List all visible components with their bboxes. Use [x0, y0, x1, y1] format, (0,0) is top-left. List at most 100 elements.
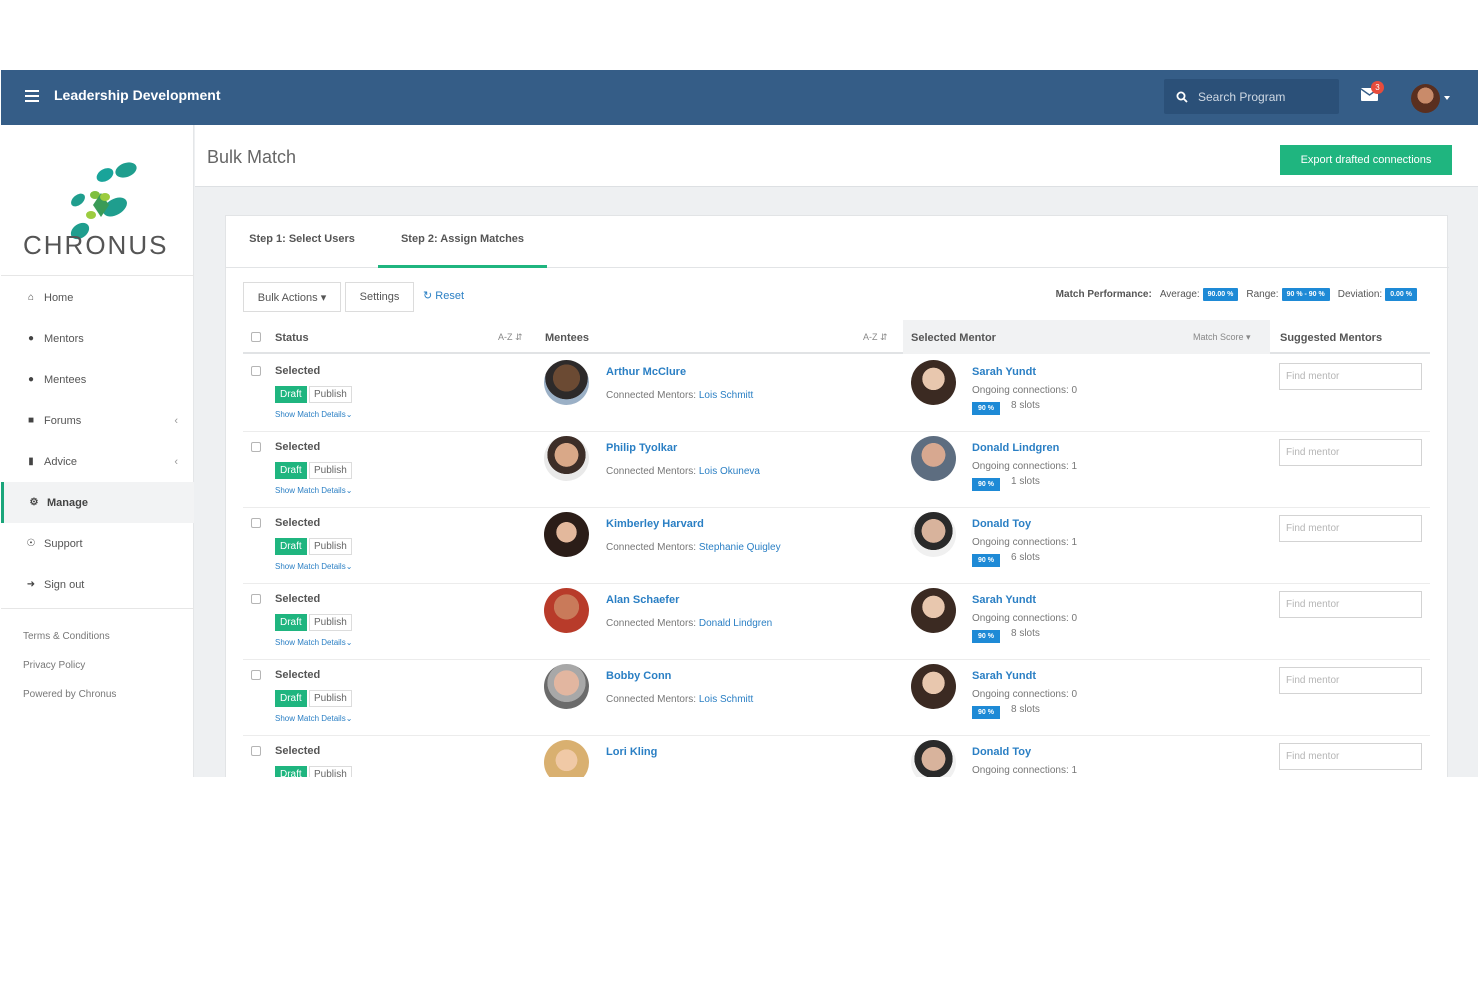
bulk-actions-button[interactable]: Bulk Actions ▾ — [243, 282, 341, 312]
find-mentor-input[interactable] — [1279, 667, 1422, 694]
privacy-link[interactable]: Privacy Policy — [23, 660, 116, 671]
sidebar-item-mentees[interactable]: ● Mentees — [1, 359, 194, 400]
mentor-name[interactable]: Sarah Yundt — [972, 594, 1036, 606]
mentor-avatar[interactable] — [911, 360, 956, 405]
sidebar-item-support[interactable]: ☉ Support — [1, 523, 194, 564]
draft-button[interactable]: Draft — [275, 386, 307, 403]
find-mentor-input[interactable] — [1279, 743, 1422, 770]
find-mentor-input[interactable] — [1279, 591, 1422, 618]
publish-button[interactable]: Publish — [309, 462, 352, 479]
range-badge: 90 % - 90 % — [1281, 288, 1330, 301]
find-mentor-input[interactable] — [1279, 515, 1422, 542]
draft-button[interactable]: Draft — [275, 614, 307, 631]
mentor-name[interactable]: Donald Toy — [972, 746, 1031, 758]
ongoing-connections: Ongoing connections: 1 — [972, 765, 1078, 776]
row-checkbox[interactable] — [251, 366, 261, 376]
publish-button[interactable]: Publish — [309, 614, 352, 631]
match-score-badge: 90 % — [972, 630, 1000, 643]
ongoing-connections: Ongoing connections: 0 — [972, 385, 1078, 396]
mentor-avatar[interactable] — [911, 740, 956, 777]
user-avatar[interactable] — [1411, 84, 1440, 113]
status-sort[interactable]: A-Z ⇵ — [498, 332, 523, 343]
settings-button[interactable]: Settings — [345, 282, 414, 312]
app-title: Leadership Development — [54, 87, 221, 103]
row-checkbox[interactable] — [251, 518, 261, 528]
select-all-checkbox[interactable] — [251, 332, 261, 342]
connected-mentor-link[interactable]: Donald Lindgren — [699, 618, 772, 629]
mentor-name[interactable]: Sarah Yundt — [972, 670, 1036, 682]
show-match-details-link[interactable]: Show Match Details⌄ — [275, 638, 352, 647]
caret-down-icon[interactable] — [1444, 96, 1450, 100]
user-icon: ● — [27, 374, 35, 385]
export-drafted-button[interactable]: Export drafted connections — [1280, 145, 1452, 175]
sidebar-item-home[interactable]: ⌂ Home — [1, 277, 194, 318]
mentee-avatar[interactable] — [544, 664, 589, 709]
show-match-details-link[interactable]: Show Match Details⌄ — [275, 410, 352, 419]
status-text: Selected — [275, 441, 321, 453]
slots-text: 8 slots — [1011, 628, 1040, 639]
mentee-name[interactable]: Kimberley Harvard — [606, 518, 704, 530]
caret-down-icon: ▾ — [320, 291, 327, 304]
mentor-name[interactable]: Donald Toy — [972, 518, 1031, 530]
draft-button[interactable]: Draft — [275, 766, 307, 777]
sidebar-item-mentors[interactable]: ● Mentors — [1, 318, 194, 359]
sidebar-item-manage[interactable]: ⚙ Manage — [1, 482, 194, 523]
ongoing-connections: Ongoing connections: 0 — [972, 613, 1078, 624]
menu-icon[interactable] — [25, 90, 39, 102]
connected-mentor-link[interactable]: Lois Okuneva — [699, 466, 760, 477]
ongoing-connections: Ongoing connections: 0 — [972, 689, 1078, 700]
draft-button[interactable]: Draft — [275, 462, 307, 479]
connected-mentor-link[interactable]: Stephanie Quigley — [699, 542, 781, 553]
mentee-name[interactable]: Lori Kling — [606, 746, 657, 758]
show-match-details-link[interactable]: Show Match Details⌄ — [275, 486, 352, 495]
publish-button[interactable]: Publish — [309, 690, 352, 707]
mentee-name[interactable]: Bobby Conn — [606, 670, 671, 682]
mentee-avatar[interactable] — [544, 740, 589, 777]
match-score-sort[interactable]: Match Score ▾ — [1193, 332, 1251, 343]
row-checkbox[interactable] — [251, 670, 261, 680]
mentees-sort[interactable]: A-Z ⇵ — [863, 332, 888, 343]
mentor-avatar[interactable] — [911, 512, 956, 557]
connected-mentor-link[interactable]: Lois Schmitt — [699, 694, 753, 705]
row-checkbox[interactable] — [251, 594, 261, 604]
mentor-name[interactable]: Donald Lindgren — [972, 442, 1059, 454]
table-row: Selected Draft Publish Show Match Detail… — [243, 508, 1430, 584]
draft-button[interactable]: Draft — [275, 538, 307, 555]
mentee-avatar[interactable] — [544, 360, 589, 405]
mentee-name[interactable]: Alan Schaefer — [606, 594, 679, 606]
mentee-avatar[interactable] — [544, 512, 589, 557]
row-checkbox[interactable] — [251, 442, 261, 452]
row-checkbox[interactable] — [251, 746, 261, 756]
find-mentor-input[interactable] — [1279, 363, 1422, 390]
mentor-avatar[interactable] — [911, 436, 956, 481]
sidebar-item-forums[interactable]: ■ Forums ‹ — [1, 400, 194, 441]
show-match-details-link[interactable]: Show Match Details⌄ — [275, 562, 352, 571]
chevron-down-icon: ⌄ — [345, 562, 353, 571]
publish-button[interactable]: Publish — [309, 766, 352, 777]
mentee-name[interactable]: Arthur McClure — [606, 366, 686, 378]
find-mentor-input[interactable] — [1279, 439, 1422, 466]
notification-badge: 3 — [1371, 81, 1384, 94]
connected-mentor-link[interactable]: Lois Schmitt — [699, 390, 753, 401]
sidebar: CHRONUS ⌂ Home ● Mentors ● Mentees ■ For… — [1, 125, 194, 777]
sidebar-item-advice[interactable]: ▮ Advice ‹ — [1, 441, 194, 482]
terms-link[interactable]: Terms & Conditions — [23, 631, 116, 642]
sidebar-item-sign-out[interactable]: ➜ Sign out — [1, 564, 194, 605]
sidebar-item-label: Advice — [44, 455, 78, 468]
powered-by-link[interactable]: Powered by Chronus — [23, 689, 116, 700]
search-input[interactable] — [1198, 89, 1318, 104]
show-match-details-link[interactable]: Show Match Details⌄ — [275, 714, 352, 723]
publish-button[interactable]: Publish — [309, 386, 352, 403]
mentor-name[interactable]: Sarah Yundt — [972, 366, 1036, 378]
mentor-avatar[interactable] — [911, 664, 956, 709]
search-box[interactable] — [1164, 79, 1339, 114]
mentor-avatar[interactable] — [911, 588, 956, 633]
mentee-avatar[interactable] — [544, 436, 589, 481]
publish-button[interactable]: Publish — [309, 538, 352, 555]
reset-link[interactable]: ↻ Reset — [423, 289, 464, 302]
draft-button[interactable]: Draft — [275, 690, 307, 707]
mentee-avatar[interactable] — [544, 588, 589, 633]
tab-assign-matches[interactable]: Step 2: Assign Matches — [378, 216, 547, 268]
mentee-name[interactable]: Philip Tyolkar — [606, 442, 677, 454]
tab-select-users[interactable]: Step 1: Select Users — [232, 216, 372, 268]
